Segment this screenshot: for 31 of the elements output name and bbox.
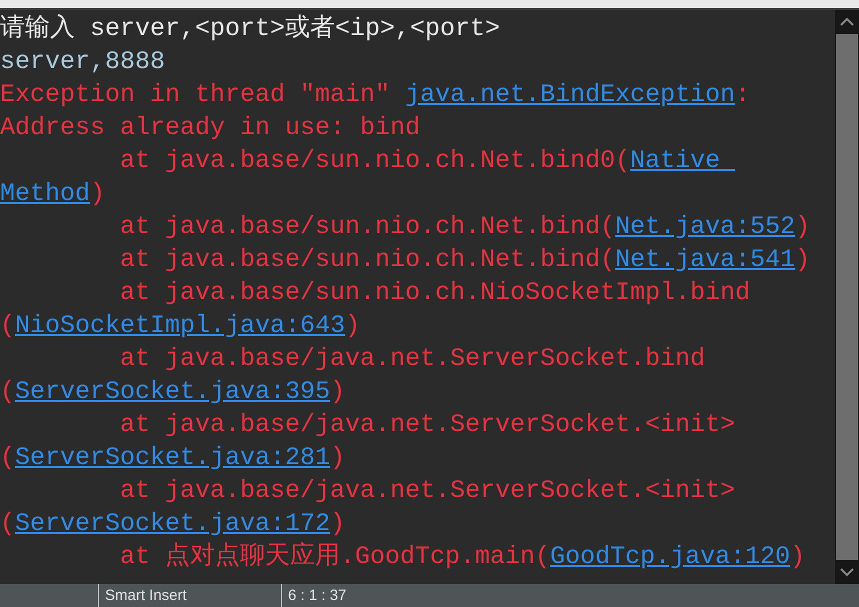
console-line: (ServerSocket.java:395) — [0, 376, 346, 408]
stack-trace-link[interactable]: ServerSocket.java:281 — [15, 443, 330, 472]
insert-mode-label: Smart Insert — [98, 584, 281, 607]
console-line: at java.base/sun.nio.ch.Net.bind0(Native — [0, 144, 835, 177]
stack-trace-link[interactable]: Method — [0, 179, 90, 208]
console-line: (ServerSocket.java:281) — [0, 442, 346, 474]
console-line: Address already in use: bind — [0, 112, 422, 144]
stack-trace-link[interactable]: ServerSocket.java:172 — [15, 509, 330, 538]
stack-trace-link[interactable]: NioSocketImpl.java:643 — [15, 311, 346, 340]
console-line: 请输入 server,<port>或者<ip>,<port> — [0, 13, 502, 45]
console-line: at java.base/sun.nio.ch.Net.bind(Net.java:552) — [119, 211, 812, 243]
console-line: (ServerSocket.java:172) — [0, 508, 346, 540]
stack-trace-link[interactable]: Net.java:552 — [615, 212, 796, 241]
cursor-position-label: 6 : 1 : 37 — [281, 584, 468, 607]
console-line: at java.base/java.net.ServerSocket.<init> — [119, 409, 736, 441]
stack-trace-link[interactable]: ServerSocket.java:395 — [15, 377, 330, 406]
console-line: server,8888 — [0, 46, 166, 78]
scrollbar[interactable] — [835, 10, 859, 584]
console-line: at 点对点聊天应用.GoodTcp.main(GoodTcp.java:120) — [119, 541, 806, 573]
stack-trace-link[interactable]: GoodTcp.java:120 — [550, 542, 790, 571]
console-line: at java.base/sun.nio.ch.NioSocketImpl.bind — [119, 277, 752, 309]
stack-trace-link[interactable]: Native — [630, 146, 736, 175]
console-line: (NioSocketImpl.java:643) — [0, 310, 362, 342]
console-line: at java.base/java.net.ServerSocket.<init> — [119, 475, 736, 507]
console-line: at java.base/java.net.ServerSocket.bind — [119, 343, 706, 375]
console-line: Method) — [0, 178, 106, 210]
stack-trace-link[interactable]: Net.java:541 — [615, 245, 796, 274]
console-line: Exception in thread "main" java.net.BindException: — [0, 79, 752, 111]
console-line: at java.base/sun.nio.ch.Net.bind(Net.java:541) — [119, 244, 812, 276]
scrollbar-thumb[interactable] — [836, 34, 858, 560]
stack-trace-link[interactable]: java.net.BindException — [405, 80, 736, 109]
